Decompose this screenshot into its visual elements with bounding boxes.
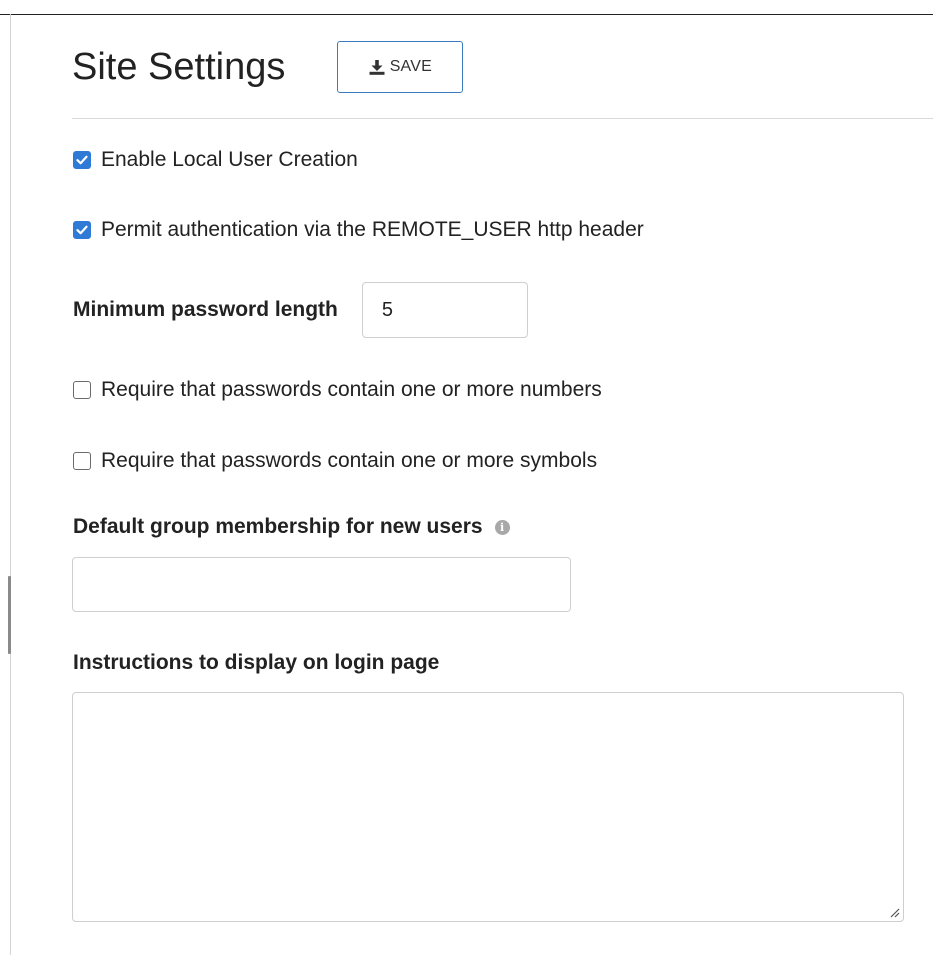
- login-instructions-textarea[interactable]: [72, 692, 904, 922]
- require-symbols-checkbox[interactable]: [73, 452, 91, 470]
- left-pane-border: [10, 14, 11, 955]
- require-symbols-label: Require that passwords contain one or mo…: [101, 449, 598, 472]
- check-icon: [76, 225, 88, 235]
- min-password-length-value: 5: [381, 298, 393, 321]
- header-divider: [72, 118, 933, 119]
- login-instructions-label-row: Instructions to display on login page: [73, 651, 439, 675]
- page-header: Site Settings SAVE: [72, 38, 464, 96]
- info-icon[interactable]: i: [494, 519, 510, 535]
- permit-remote-user-checkbox[interactable]: [73, 221, 91, 239]
- require-numbers-checkbox[interactable]: [73, 381, 91, 399]
- pane-resize-handle[interactable]: [8, 576, 11, 654]
- permit-remote-user-row[interactable]: Permit authentication via the REMOTE_USE…: [73, 218, 644, 242]
- download-icon: [369, 59, 385, 75]
- enable-local-user-creation-label: Enable Local User Creation: [101, 148, 358, 171]
- default-group-input[interactable]: [72, 557, 571, 612]
- resize-grip-icon[interactable]: [888, 906, 900, 918]
- check-icon: [76, 155, 88, 165]
- require-numbers-label: Require that passwords contain one or mo…: [101, 378, 602, 401]
- enable-local-user-creation-row[interactable]: Enable Local User Creation: [73, 148, 358, 172]
- page-title: Site Settings: [72, 46, 286, 88]
- default-group-label-row: Default group membership for new users i: [73, 515, 510, 539]
- require-numbers-row[interactable]: Require that passwords contain one or mo…: [73, 378, 602, 402]
- min-password-length-row: Minimum password length 5: [73, 282, 528, 338]
- enable-local-user-creation-checkbox[interactable]: [73, 151, 91, 169]
- require-symbols-row[interactable]: Require that passwords contain one or mo…: [73, 449, 597, 473]
- min-password-length-label: Minimum password length: [73, 298, 338, 321]
- min-password-length-input[interactable]: 5: [361, 282, 528, 338]
- top-divider: [0, 14, 933, 15]
- save-button-label: SAVE: [389, 58, 432, 75]
- save-button[interactable]: SAVE: [337, 41, 464, 93]
- site-settings-page: Site Settings SAVE Enable Local User Cre…: [0, 0, 933, 955]
- permit-remote-user-label: Permit authentication via the REMOTE_USE…: [101, 218, 644, 241]
- login-instructions-label: Instructions to display on login page: [73, 651, 440, 674]
- default-group-label: Default group membership for new users: [73, 515, 483, 538]
